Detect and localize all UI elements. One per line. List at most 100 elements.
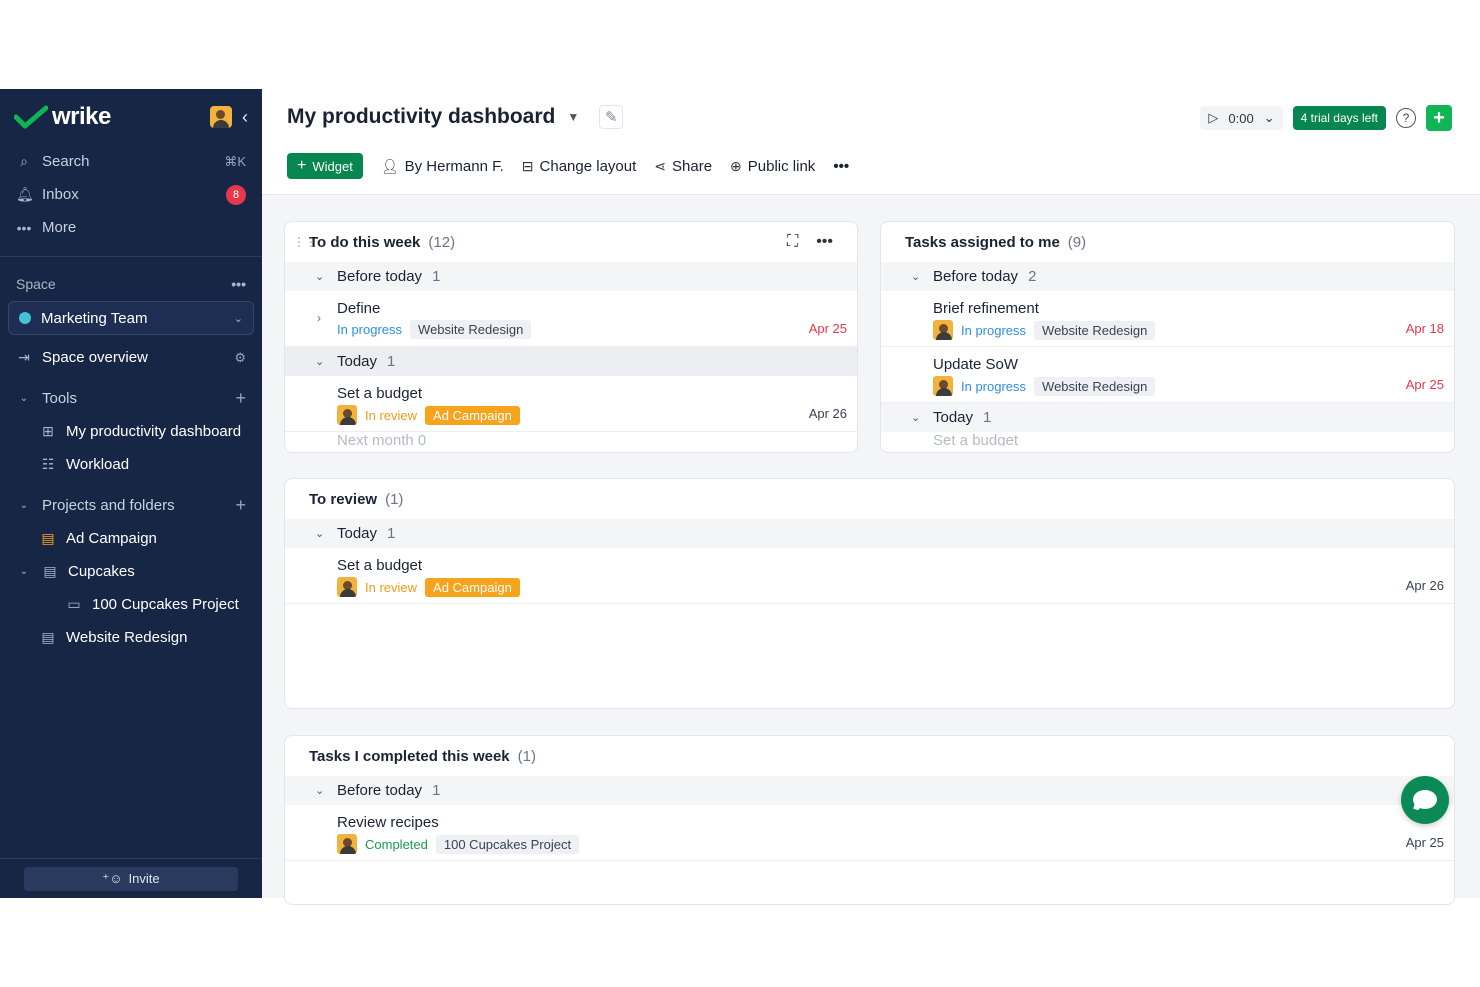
help-icon[interactable]: ?: [1396, 108, 1416, 128]
sidebar-item-100-cupcakes[interactable]: ▭ 100 Cupcakes Project: [0, 588, 262, 621]
plus-icon[interactable]: +: [235, 495, 246, 516]
trial-badge[interactable]: 4 trial days left: [1292, 106, 1386, 130]
layout-icon: ⊟: [521, 157, 534, 174]
create-new-button[interactable]: +: [1426, 105, 1452, 131]
chat-icon[interactable]: [1401, 776, 1449, 824]
task-status[interactable]: In progress: [961, 323, 1026, 338]
share-icon: ⋖: [654, 157, 667, 174]
task-name[interactable]: Set a budget: [337, 385, 422, 402]
add-widget-button[interactable]: + Widget: [287, 153, 363, 179]
task-row[interactable]: Set a budget In review Ad Campaign Apr 2…: [285, 376, 857, 432]
chevron-down-icon: ⌄: [315, 528, 325, 540]
sidebar-item-productivity-dashboard[interactable]: ⊞ My productivity dashboard: [0, 415, 262, 448]
chevron-left-icon[interactable]: ‹: [242, 107, 248, 128]
widget-title: Tasks I completed this week: [309, 747, 510, 765]
team-name: Marketing Team: [41, 309, 148, 327]
owner-filter[interactable]: 👤︎ By Hermann F.: [381, 158, 504, 175]
task-status[interactable]: In progress: [961, 379, 1026, 394]
search-shortcut: ⌘K: [224, 153, 246, 169]
sidebar-divider: [0, 256, 262, 257]
sidebar-inbox[interactable]: 🔔︎ Inbox 8: [0, 178, 262, 211]
logo-text: wrike: [52, 103, 111, 130]
fullscreen-icon[interactable]: ⛶: [787, 233, 798, 251]
share-button[interactable]: ⋖ Share: [654, 158, 712, 175]
task-due-date: Apr 18: [1405, 321, 1444, 336]
task-row[interactable]: Brief refinement In progress Website Red…: [881, 291, 1454, 347]
next-group-peek: Next month 0: [337, 432, 427, 446]
sidebar-space-overview[interactable]: ⇥ Space overview ⚙: [0, 341, 262, 374]
plus-icon[interactable]: +: [235, 388, 246, 409]
team-select[interactable]: Marketing Team ⌄: [8, 301, 254, 335]
chevron-down-icon[interactable]: ⌄: [1264, 110, 1275, 126]
invite-button[interactable]: ⁺☺ Invite: [24, 866, 238, 891]
task-name[interactable]: Update SoW: [933, 356, 1018, 373]
sidebar-item-ad-campaign[interactable]: ▤ Ad Campaign: [0, 522, 262, 555]
widget-more-icon[interactable]: •••: [816, 233, 833, 251]
sidebar-tools[interactable]: ⌄ Tools +: [0, 382, 262, 415]
task-status[interactable]: In review: [365, 580, 417, 595]
public-link-button[interactable]: ⊕ Public link: [730, 158, 815, 175]
group-label: Today: [337, 525, 378, 542]
toolbar-more-button[interactable]: •••: [833, 158, 849, 175]
title-row: My productivity dashboard ▼ ✎: [287, 105, 624, 129]
task-status[interactable]: Completed: [365, 837, 428, 852]
dots-icon: •••: [16, 219, 32, 236]
inbox-badge: 8: [226, 184, 246, 205]
group-today[interactable]: ⌄ Today 1: [285, 519, 1454, 548]
play-icon[interactable]: ▷: [1208, 110, 1218, 126]
chevron-down-icon: ⌄: [911, 271, 921, 283]
chevron-down-icon: ⌄: [19, 500, 29, 511]
app-window: wrike ‹ ⌕ Search ⌘K 🔔︎ Inbox 8 ••• More …: [0, 89, 1480, 905]
task-status[interactable]: In progress: [337, 322, 402, 337]
drag-handle-icon[interactable]: ⋮⋮: [293, 235, 317, 249]
timer-value: 0:00: [1228, 110, 1254, 126]
user-avatar[interactable]: [210, 106, 232, 128]
task-name[interactable]: Define: [337, 300, 380, 317]
sidebar-item-cupcakes[interactable]: ⌄ ▤ Cupcakes: [0, 555, 262, 588]
sidebar-item-workload[interactable]: ☷ Workload: [0, 448, 262, 481]
pin-icon[interactable]: ✎: [599, 105, 624, 129]
widget-count: (12): [428, 233, 456, 251]
widget-title: To do this week: [309, 233, 421, 251]
group-today[interactable]: ⌄ Today 1: [881, 403, 1454, 432]
title-chevron-down-icon[interactable]: ▼: [567, 110, 579, 124]
task-project-tag[interactable]: Ad Campaign: [425, 577, 520, 597]
task-project-tag[interactable]: Website Redesign: [1034, 320, 1156, 340]
sidebar-more[interactable]: ••• More: [0, 211, 262, 244]
task-project-tag[interactable]: Website Redesign: [410, 320, 532, 339]
task-due-date: Apr 26: [1405, 578, 1444, 593]
task-status[interactable]: In review: [365, 408, 417, 423]
assignee-avatar: [337, 834, 357, 854]
change-layout-button[interactable]: ⊟ Change layout: [522, 158, 636, 175]
timer[interactable]: ▷ 0:00 ⌄: [1200, 106, 1283, 130]
search-icon: ⌕: [20, 153, 28, 169]
task-due-date: Apr 25: [1405, 377, 1444, 392]
task-row[interactable]: Set a budget In review Ad Campaign Apr 2…: [285, 548, 1454, 604]
task-name[interactable]: Brief refinement: [933, 300, 1039, 317]
task-row[interactable]: Review recipes Completed 100 Cupcakes Pr…: [285, 805, 1454, 861]
owner-label: By Hermann F.: [404, 157, 504, 175]
chevron-right-icon[interactable]: ›: [317, 311, 321, 325]
task-name[interactable]: Review recipes: [337, 814, 439, 831]
task-project-tag[interactable]: Ad Campaign: [425, 405, 520, 425]
task-name[interactable]: Set a budget: [337, 557, 422, 574]
task-project-tag[interactable]: 100 Cupcakes Project: [435, 834, 580, 854]
sidebar-item-website-redesign[interactable]: ▤ Website Redesign: [0, 621, 262, 654]
space-more-icon[interactable]: •••: [231, 276, 246, 292]
task-project-tag[interactable]: Website Redesign: [1034, 376, 1156, 396]
group-count: 1: [387, 525, 396, 542]
space-header-label: Space: [16, 276, 56, 292]
widget-todo-this-week: ⋮⋮ To do this week (12) ⛶ ••• ⌄ Before t…: [284, 221, 858, 453]
gear-icon[interactable]: ⚙: [234, 350, 246, 366]
sidebar-projects[interactable]: ⌄ Projects and folders +: [0, 489, 262, 522]
sidebar-search[interactable]: ⌕ Search ⌘K: [0, 145, 262, 178]
wrike-logo[interactable]: wrike: [14, 103, 111, 131]
group-before-today[interactable]: ⌄ Before today 2: [881, 262, 1454, 291]
top-right-controls: ▷ 0:00 ⌄ 4 trial days left ? +: [1200, 105, 1452, 131]
task-row[interactable]: › Define In progress Website Redesign Ap…: [285, 291, 857, 347]
group-before-today[interactable]: ⌄ Before today 1: [285, 262, 857, 291]
cupcakes-label: Cupcakes: [68, 563, 135, 580]
task-row[interactable]: Update SoW In progress Website Redesign …: [881, 347, 1454, 403]
group-before-today[interactable]: ⌄ Before today 1: [285, 776, 1454, 805]
group-today[interactable]: ⌄ Today 1: [285, 347, 857, 376]
